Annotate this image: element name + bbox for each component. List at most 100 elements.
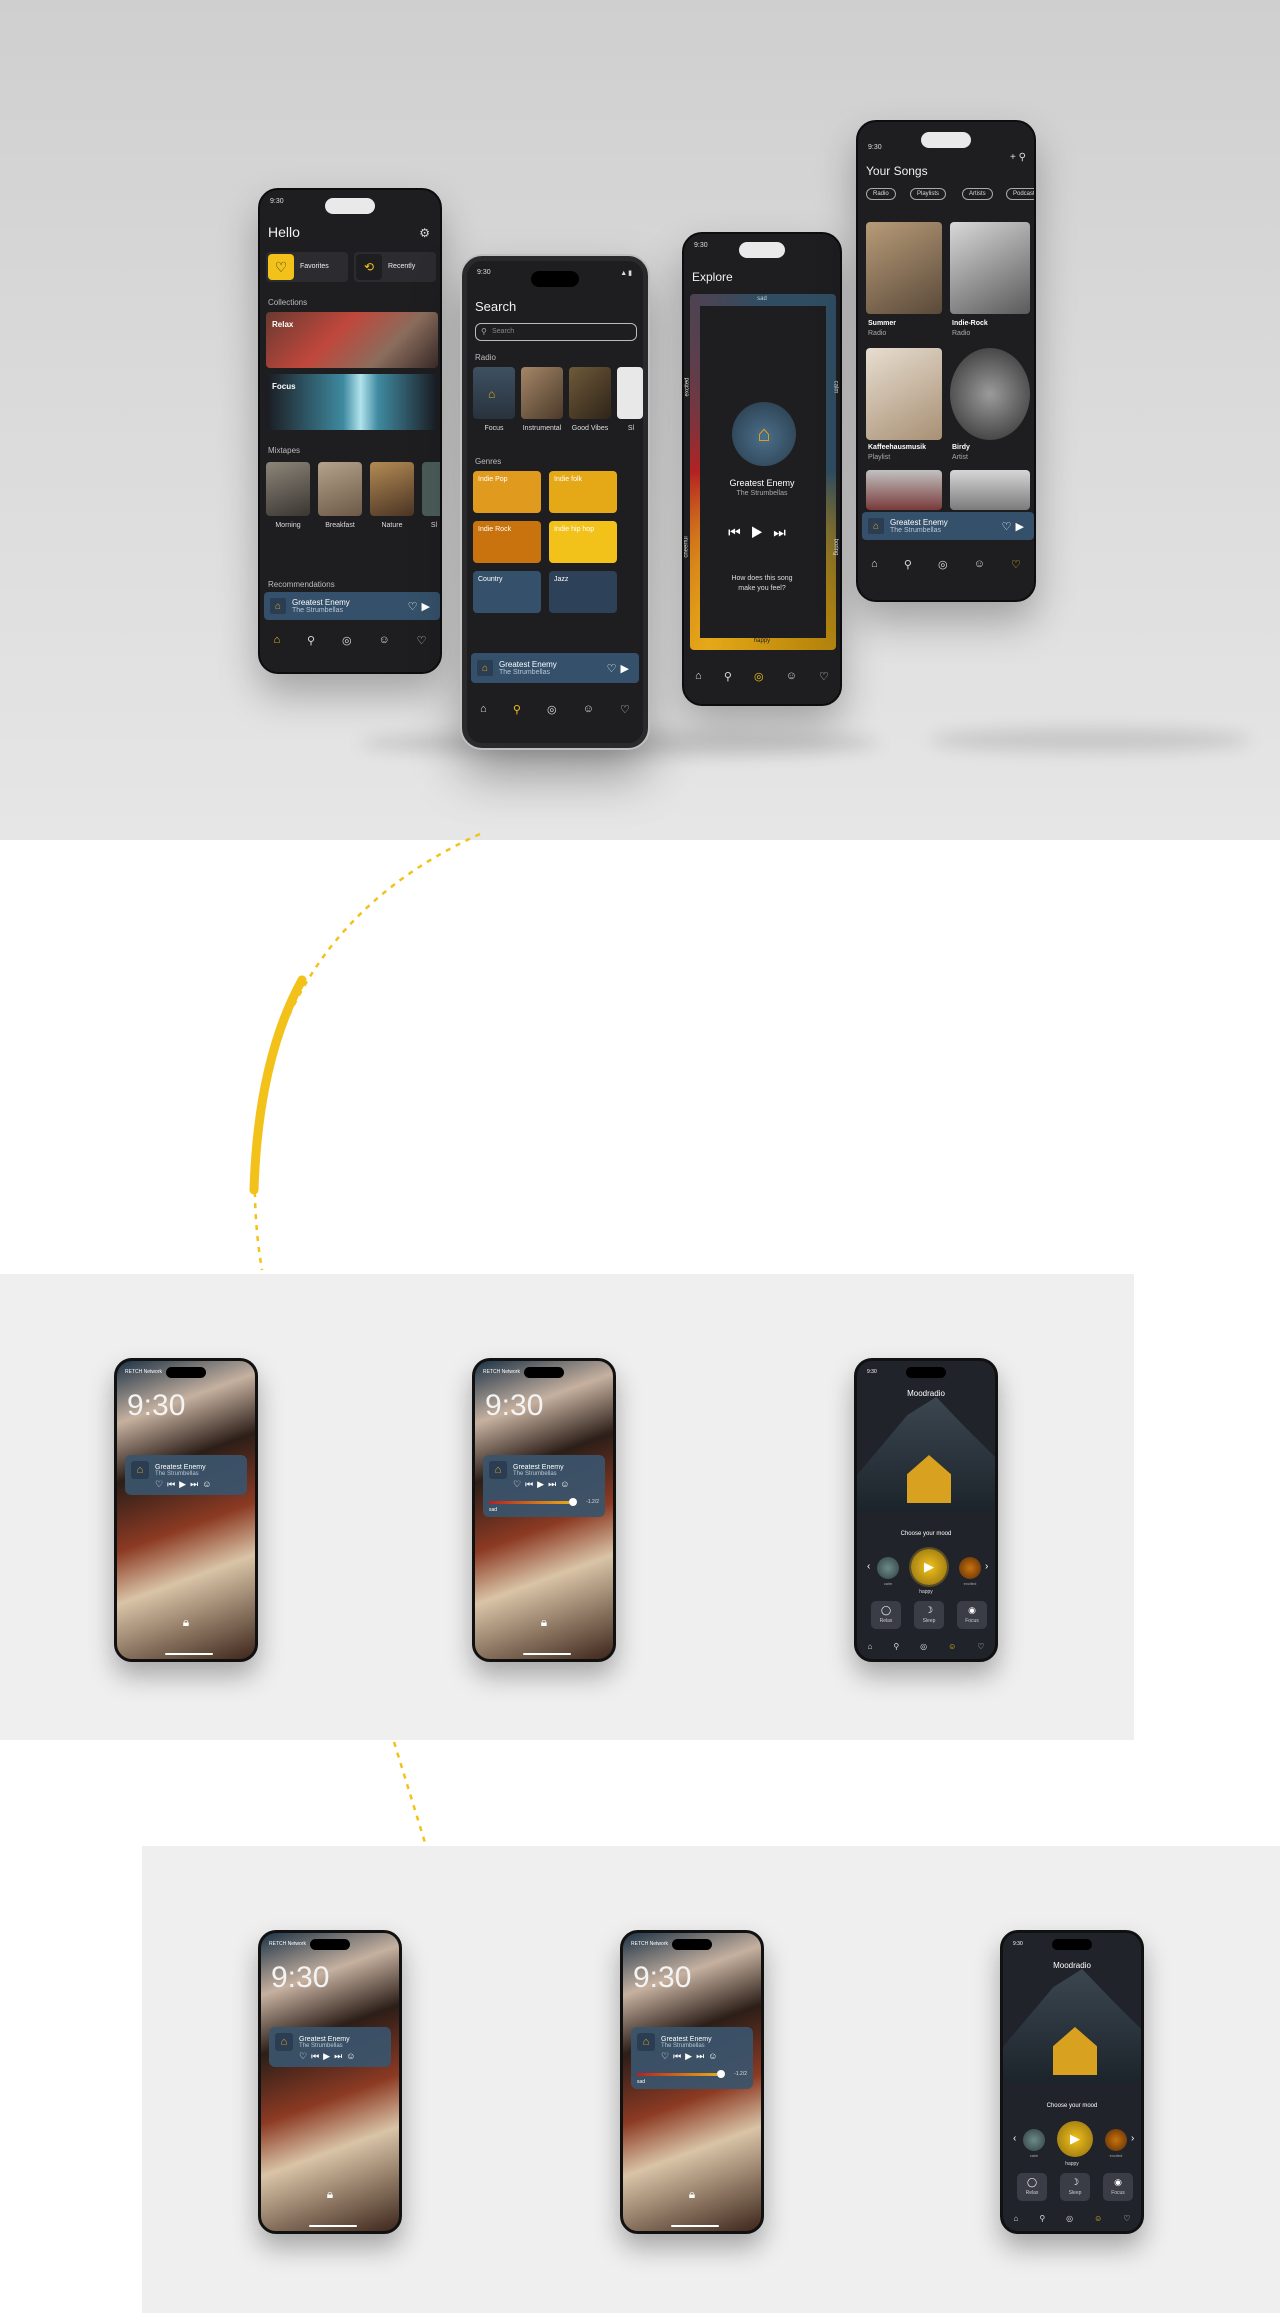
search-input[interactable]: ⚲ Search — [475, 323, 637, 341]
genre-indie-rock[interactable]: Indie Rock — [473, 521, 541, 563]
mood-orb-excited[interactable] — [1105, 2129, 1127, 2151]
filter-podcasts[interactable]: Podcasts — [1006, 188, 1034, 200]
smiley-icon[interactable]: ☺ — [379, 634, 390, 646]
chevron-right-icon[interactable]: › — [985, 1561, 988, 1572]
widget-controls[interactable]: ♡⏮▶⏭☺ — [513, 1479, 573, 1490]
smiley-icon[interactable]: ☺ — [583, 703, 594, 715]
genre-indie-folk[interactable]: Indie folk — [549, 471, 617, 513]
chevron-left-icon[interactable]: ‹ — [1013, 2133, 1016, 2144]
widget-controls[interactable]: ♡⏮▶⏭☺ — [155, 1479, 215, 1490]
relax-button[interactable]: ◯ Relax — [871, 1601, 901, 1629]
slider-thumb[interactable] — [569, 1498, 577, 1506]
relax-button[interactable]: ◯ Relax — [1017, 2173, 1047, 2201]
smiley-icon[interactable]: ☺ — [948, 1642, 956, 1651]
song-orb[interactable]: ⌂ — [732, 402, 796, 466]
compass-icon[interactable]: ◎ — [342, 634, 352, 647]
genre-indie-pop[interactable]: Indie Pop — [473, 471, 541, 513]
radio-instrumental[interactable] — [521, 367, 563, 419]
mood-slider[interactable] — [489, 1501, 569, 1504]
smiley-icon[interactable]: ☺ — [1094, 2214, 1102, 2223]
mixtape-nature[interactable] — [370, 462, 414, 516]
home-icon[interactable]: ⌂ — [867, 1642, 872, 1651]
lock-time: 9:30 — [127, 1389, 186, 1422]
heart-tab-icon[interactable]: ♡ — [819, 670, 829, 683]
song-tile-more[interactable] — [866, 470, 942, 510]
mini-player[interactable]: ⌂ Greatest Enemy The Strumbellas ♡▶ — [264, 592, 440, 620]
song-tile-birdy[interactable] — [950, 348, 1030, 440]
now-playing-widget[interactable]: ⌂ Greatest Enemy The Strumbellas ♡⏮▶⏭☺ — [269, 2027, 391, 2067]
mood-orb-calm[interactable] — [1023, 2129, 1045, 2151]
player-controls[interactable]: ♡▶ — [408, 600, 434, 613]
heart-tab-icon[interactable]: ♡ — [417, 634, 427, 647]
song-tile-summer[interactable] — [866, 222, 942, 314]
mood-orb-happy[interactable]: ▶ — [911, 1549, 947, 1585]
player-controls[interactable]: ♡▶ — [607, 662, 633, 675]
radio-more[interactable] — [617, 367, 643, 419]
radio-focus[interactable]: ⌂ — [473, 367, 515, 419]
mixtape-more[interactable] — [422, 462, 440, 516]
now-playing-widget[interactable]: ⌂ Greatest Enemy The Strumbellas ♡⏮▶⏭☺ -1.… — [483, 1455, 605, 1517]
compass-icon[interactable]: ◎ — [1066, 2214, 1073, 2223]
mini-player[interactable]: ⌂ Greatest Enemy The Strumbellas ♡▶ — [471, 653, 639, 683]
radio-good-vibes[interactable] — [569, 367, 611, 419]
widget-controls[interactable]: ♡⏮▶⏭☺ — [299, 2051, 359, 2062]
settings-icon[interactable]: ⚙ — [419, 226, 430, 240]
genre-country[interactable]: Country — [473, 571, 541, 613]
home-icon[interactable]: ⌂ — [273, 634, 280, 646]
mood-slider[interactable] — [637, 2073, 717, 2076]
search-icon[interactable]: ⚲ — [893, 1642, 899, 1651]
recently-button[interactable]: ⟲ Recently — [354, 252, 436, 282]
track-title: Greatest Enemy — [292, 598, 350, 607]
heart-tab-icon[interactable]: ♡ — [1123, 2214, 1130, 2223]
search-icon[interactable]: ⚲ — [307, 634, 315, 647]
search-icon[interactable]: ⚲ — [1039, 2214, 1045, 2223]
mixtape-morning[interactable] — [266, 462, 310, 516]
genre-jazz[interactable]: Jazz — [549, 571, 617, 613]
heart-tab-icon[interactable]: ♡ — [620, 703, 630, 716]
player-controls[interactable]: ♡▶ — [1002, 520, 1028, 533]
mood-orb-calm[interactable] — [877, 1557, 899, 1579]
filter-artists[interactable]: Artists — [962, 188, 993, 200]
focus-button[interactable]: ◉ Focus — [1103, 2173, 1133, 2201]
smiley-icon[interactable]: ☺ — [974, 558, 985, 570]
chevron-left-icon[interactable]: ‹ — [867, 1561, 870, 1572]
home-icon[interactable]: ⌂ — [871, 558, 878, 570]
sleep-button[interactable]: ☽ Sleep — [1060, 2173, 1090, 2201]
compass-icon[interactable]: ◎ — [754, 670, 764, 683]
screen-title: Moodradio — [907, 1389, 945, 1398]
sleep-button[interactable]: ☽ Sleep — [914, 1601, 944, 1629]
collection-relax[interactable]: Relax — [266, 312, 438, 368]
home-icon[interactable]: ⌂ — [480, 703, 487, 715]
compass-icon[interactable]: ◎ — [938, 558, 948, 571]
mood-orb-excited[interactable] — [959, 1557, 981, 1579]
add-search-icons[interactable]: + ⚲ — [1010, 152, 1026, 163]
now-playing-widget[interactable]: ⌂ Greatest Enemy The Strumbellas ♡⏮▶⏭☺ — [125, 1455, 247, 1495]
genre-indie-hip-hop[interactable]: Indie hip hop — [549, 521, 617, 563]
search-icon[interactable]: ⚲ — [724, 670, 732, 683]
now-playing-widget[interactable]: ⌂ Greatest Enemy The Strumbellas ♡⏮▶⏭☺ -1.… — [631, 2027, 753, 2089]
mini-player[interactable]: ⌂ Greatest Enemy The Strumbellas ♡▶ — [862, 512, 1034, 540]
search-icon[interactable]: ⚲ — [904, 558, 912, 571]
playback-controls[interactable]: ⏮▶⏭ — [684, 524, 840, 541]
compass-icon[interactable]: ◎ — [920, 1642, 927, 1651]
slider-thumb[interactable] — [717, 2070, 725, 2078]
home-icon[interactable]: ⌂ — [695, 670, 702, 682]
filter-radio[interactable]: Radio — [866, 188, 896, 200]
mixtape-breakfast[interactable] — [318, 462, 362, 516]
heart-tab-icon[interactable]: ♡ — [1011, 558, 1021, 571]
song-tile-indie-rock[interactable] — [950, 222, 1030, 314]
filter-playlists[interactable]: Playlists — [910, 188, 947, 200]
song-tile-more[interactable] — [950, 470, 1030, 510]
mood-orb-happy[interactable]: ▶ — [1057, 2121, 1093, 2157]
chevron-right-icon[interactable]: › — [1131, 2133, 1134, 2144]
compass-icon[interactable]: ◎ — [547, 703, 557, 716]
focus-button[interactable]: ◉ Focus — [957, 1601, 987, 1629]
song-tile-kaffee[interactable] — [866, 348, 942, 440]
smiley-icon[interactable]: ☺ — [786, 670, 797, 682]
home-icon[interactable]: ⌂ — [1013, 2214, 1018, 2223]
search-icon[interactable]: ⚲ — [513, 703, 521, 716]
collection-focus[interactable]: Focus — [266, 374, 438, 430]
favorites-button[interactable]: ♡ Favorites — [266, 252, 348, 282]
widget-controls[interactable]: ♡⏮▶⏭☺ — [661, 2051, 721, 2062]
heart-tab-icon[interactable]: ♡ — [977, 1642, 984, 1651]
